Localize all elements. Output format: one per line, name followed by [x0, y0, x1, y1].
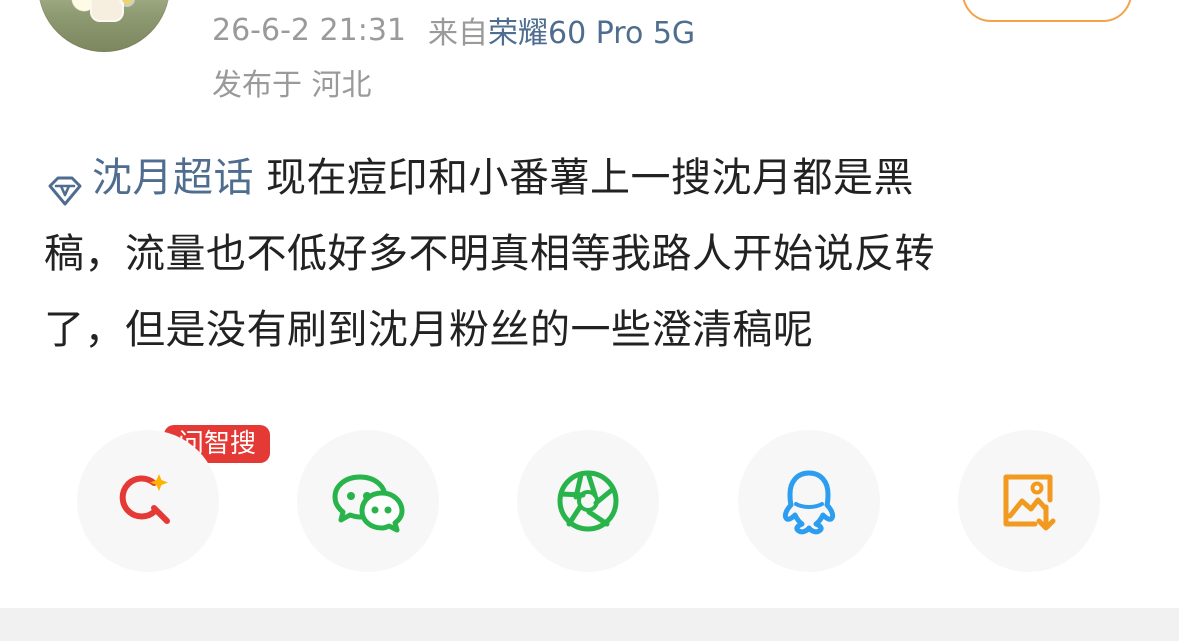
qq-icon	[768, 460, 850, 542]
post-line-3: 了，但是没有刷到沈月粉丝的一些澄清稿呢	[44, 307, 814, 353]
wechat-icon	[327, 460, 409, 542]
device-prefix: 来自	[428, 16, 488, 51]
post-text-line-1: 现在痘印和小番薯上一搜沈月都是黑	[266, 155, 914, 201]
bottom-divider	[0, 608, 1179, 641]
ai-search-button[interactable]	[77, 430, 219, 572]
post-body: 沈月超话 现在痘印和小番薯上一搜沈月都是黑 稿，流量也不低好多不明真相等我路人开…	[44, 140, 1124, 368]
avatar-figure	[90, 0, 124, 22]
save-image-button[interactable]	[958, 430, 1100, 572]
post-line-1: 沈月超话 现在痘印和小番薯上一搜沈月都是黑	[44, 140, 1124, 216]
wechat-share-button[interactable]	[297, 430, 439, 572]
diamond-icon	[44, 162, 86, 206]
topic-link[interactable]: 沈月超话	[44, 140, 254, 216]
post-device: 来自 荣耀60 Pro 5G	[428, 8, 695, 52]
post-location: 发布于 河北	[212, 68, 372, 103]
topic-label[interactable]: 沈月超话	[92, 140, 254, 216]
follow-button[interactable]	[962, 0, 1132, 22]
save-image-icon	[988, 460, 1070, 542]
avatar[interactable]	[38, 0, 170, 52]
ai-search-icon	[107, 460, 189, 542]
share-actions	[0, 425, 1179, 575]
post-meta: 26-6-2 21:31 来自 荣耀60 Pro 5G	[212, 8, 695, 52]
qq-share-button[interactable]	[738, 430, 880, 572]
post-line-2: 稿，流量也不低好多不明真相等我路人开始说反转	[44, 231, 935, 277]
device-name[interactable]: 荣耀60 Pro 5G	[488, 8, 695, 52]
post-timestamp: 26-6-2 21:31	[212, 12, 406, 48]
moments-icon	[547, 460, 629, 542]
moments-share-button[interactable]	[517, 430, 659, 572]
